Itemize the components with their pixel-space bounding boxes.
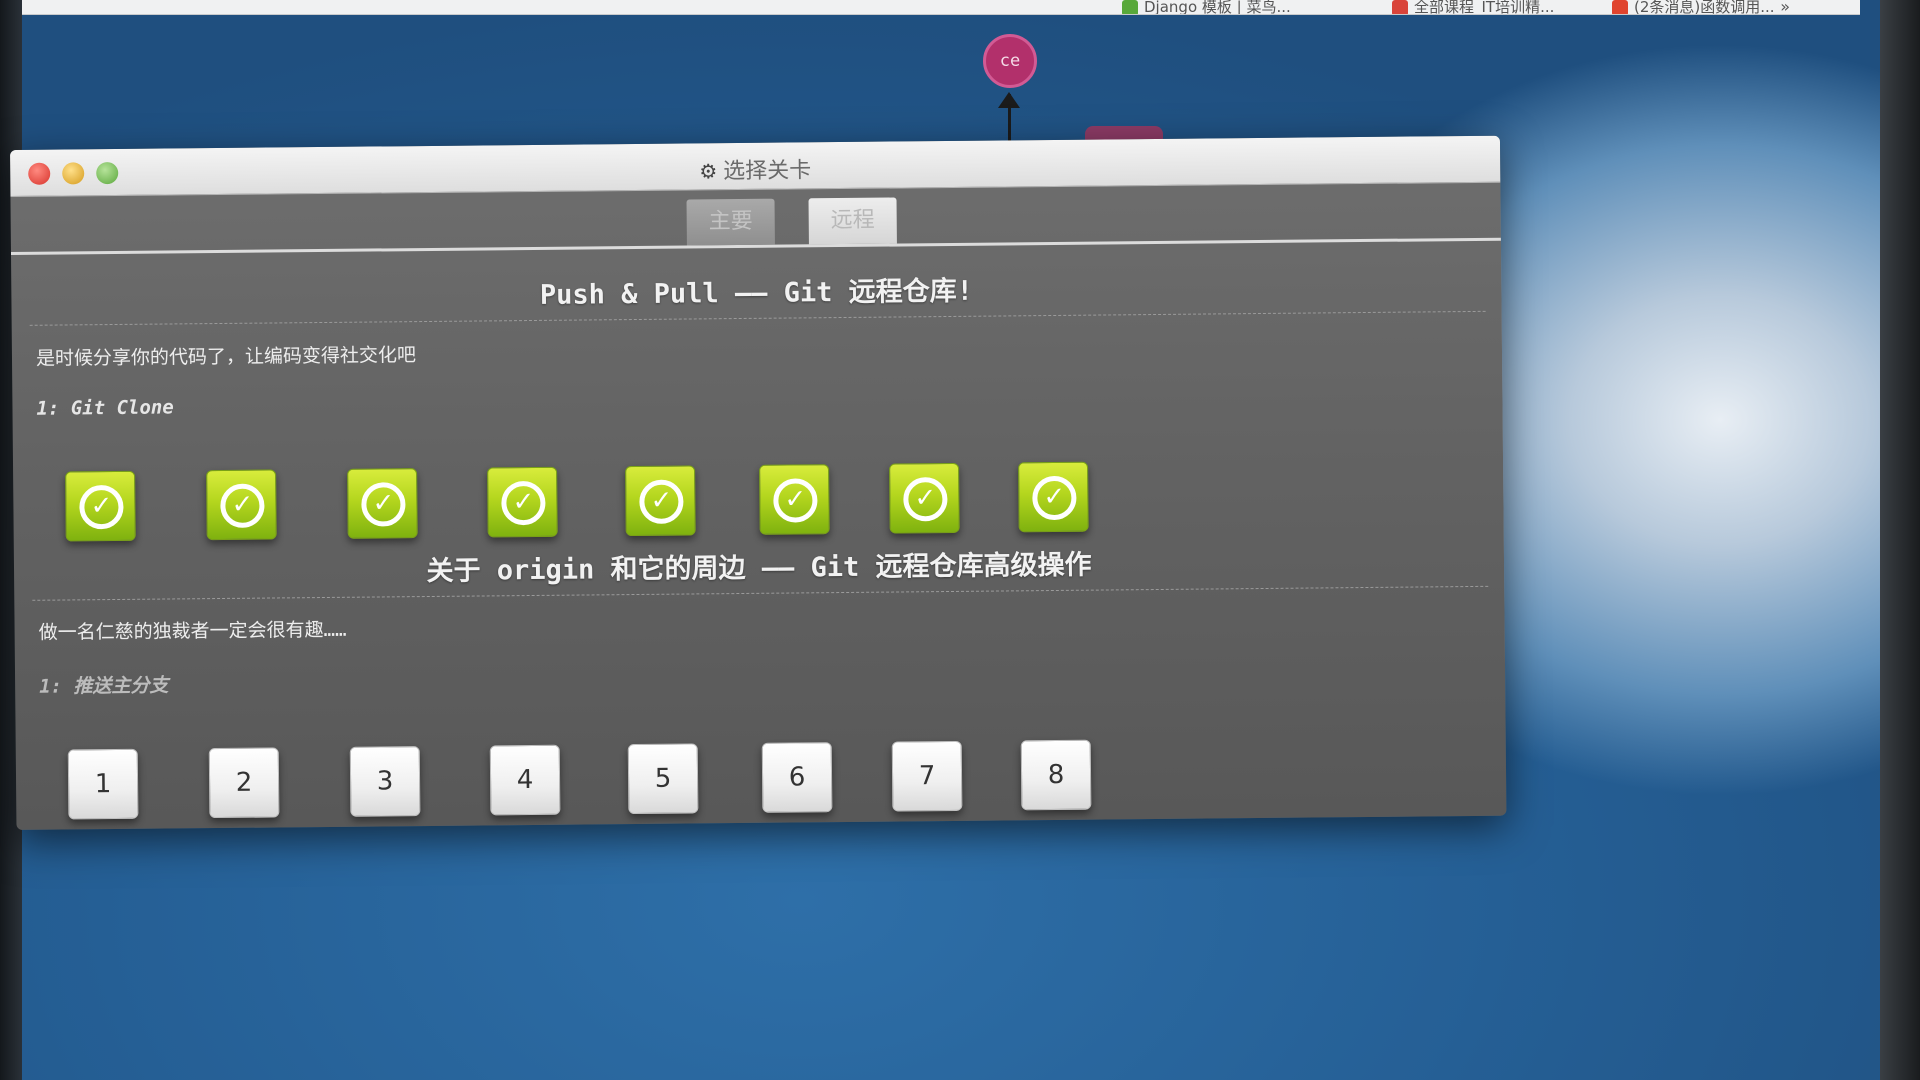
level-button-1-5[interactable]: ✓ <box>625 465 696 537</box>
level-number: 3 <box>376 766 394 797</box>
level-number: 6 <box>788 762 806 793</box>
level-button-2-6[interactable]: 6 <box>761 742 833 813</box>
level-number: 8 <box>1047 759 1065 791</box>
dialog-title-text: 选择关卡 <box>723 158 812 185</box>
level-button-1-3[interactable]: ✓ <box>347 468 418 539</box>
level-button-2-2[interactable]: 2 <box>208 747 280 819</box>
check-circle-icon: ✓ <box>361 482 406 527</box>
level-button-2-8[interactable]: 8 <box>1020 739 1092 811</box>
level-number: 5 <box>654 763 672 794</box>
check-circle-icon: ✓ <box>220 483 265 528</box>
gear-icon: ⚙ <box>699 159 718 184</box>
level-button-2-4[interactable]: 4 <box>489 744 561 816</box>
level-number: 4 <box>516 765 534 796</box>
check-circle-icon: ✓ <box>903 477 948 522</box>
tab-main[interactable]: 主要 <box>686 198 775 246</box>
bookmark-csdn[interactable]: (2条消息)函数调用... <box>1612 0 1775 14</box>
level-number: 1 <box>94 769 112 800</box>
bookmark-django[interactable]: Django 模板 | 菜鸟... <box>1122 0 1291 14</box>
csdn-icon <box>1612 0 1628 14</box>
level-select-dialog: ⚙ 选择关卡 主要 远程 Push & Pull —— Git 远程仓库! 是时候… <box>10 135 1507 830</box>
current-level-label: 1: 推送主分支 <box>39 674 169 698</box>
bookmark-green-icon <box>1122 0 1138 14</box>
monitor-bezel-right <box>1880 0 1920 1080</box>
level-button-1-1[interactable]: ✓ <box>65 470 136 542</box>
browser-bookmarks-bar: Django 模板 | 菜鸟... 全部课程_IT培训精... (2条消息)函数… <box>22 0 1860 15</box>
bookmark-red-flag-icon <box>1392 0 1408 14</box>
bookmark-courses[interactable]: 全部课程_IT培训精... <box>1392 0 1554 14</box>
level-button-2-1[interactable]: 1 <box>67 748 139 820</box>
level-button-1-6[interactable]: ✓ <box>759 464 830 535</box>
check-circle-icon: ✓ <box>773 478 818 523</box>
level-button-1-4[interactable]: ✓ <box>487 466 558 538</box>
bookmarks-more-button[interactable]: » <box>1780 0 1790 14</box>
section-description: 做一名仁慈的独裁者一定会很有趣…… <box>38 618 347 644</box>
level-button-2-3[interactable]: 3 <box>349 746 421 817</box>
tab-remote[interactable]: 远程 <box>808 197 897 245</box>
commit-node: ce <box>983 34 1037 88</box>
level-number: 7 <box>918 761 936 792</box>
check-circle-icon: ✓ <box>501 480 546 526</box>
level-button-1-8[interactable]: ✓ <box>1018 461 1089 533</box>
check-circle-icon: ✓ <box>79 484 124 530</box>
level-button-1-7[interactable]: ✓ <box>889 462 960 534</box>
level-button-1-2[interactable]: ✓ <box>206 469 277 541</box>
check-circle-icon: ✓ <box>639 479 684 524</box>
section-title-push-pull: Push & Pull —— Git 远程仓库! <box>539 275 974 311</box>
section-title-origin: 关于 origin 和它的周边 —— Git 远程仓库高级操作 <box>426 549 1092 588</box>
level-button-2-5[interactable]: 5 <box>627 743 699 815</box>
check-circle-icon: ✓ <box>1032 475 1077 521</box>
section-description: 是时候分享你的代码了，让编码变得社交化吧 <box>35 344 417 370</box>
level-button-2-7[interactable]: 7 <box>891 740 963 812</box>
current-level-label: 1: Git Clone <box>36 396 174 420</box>
level-number: 2 <box>235 767 253 798</box>
